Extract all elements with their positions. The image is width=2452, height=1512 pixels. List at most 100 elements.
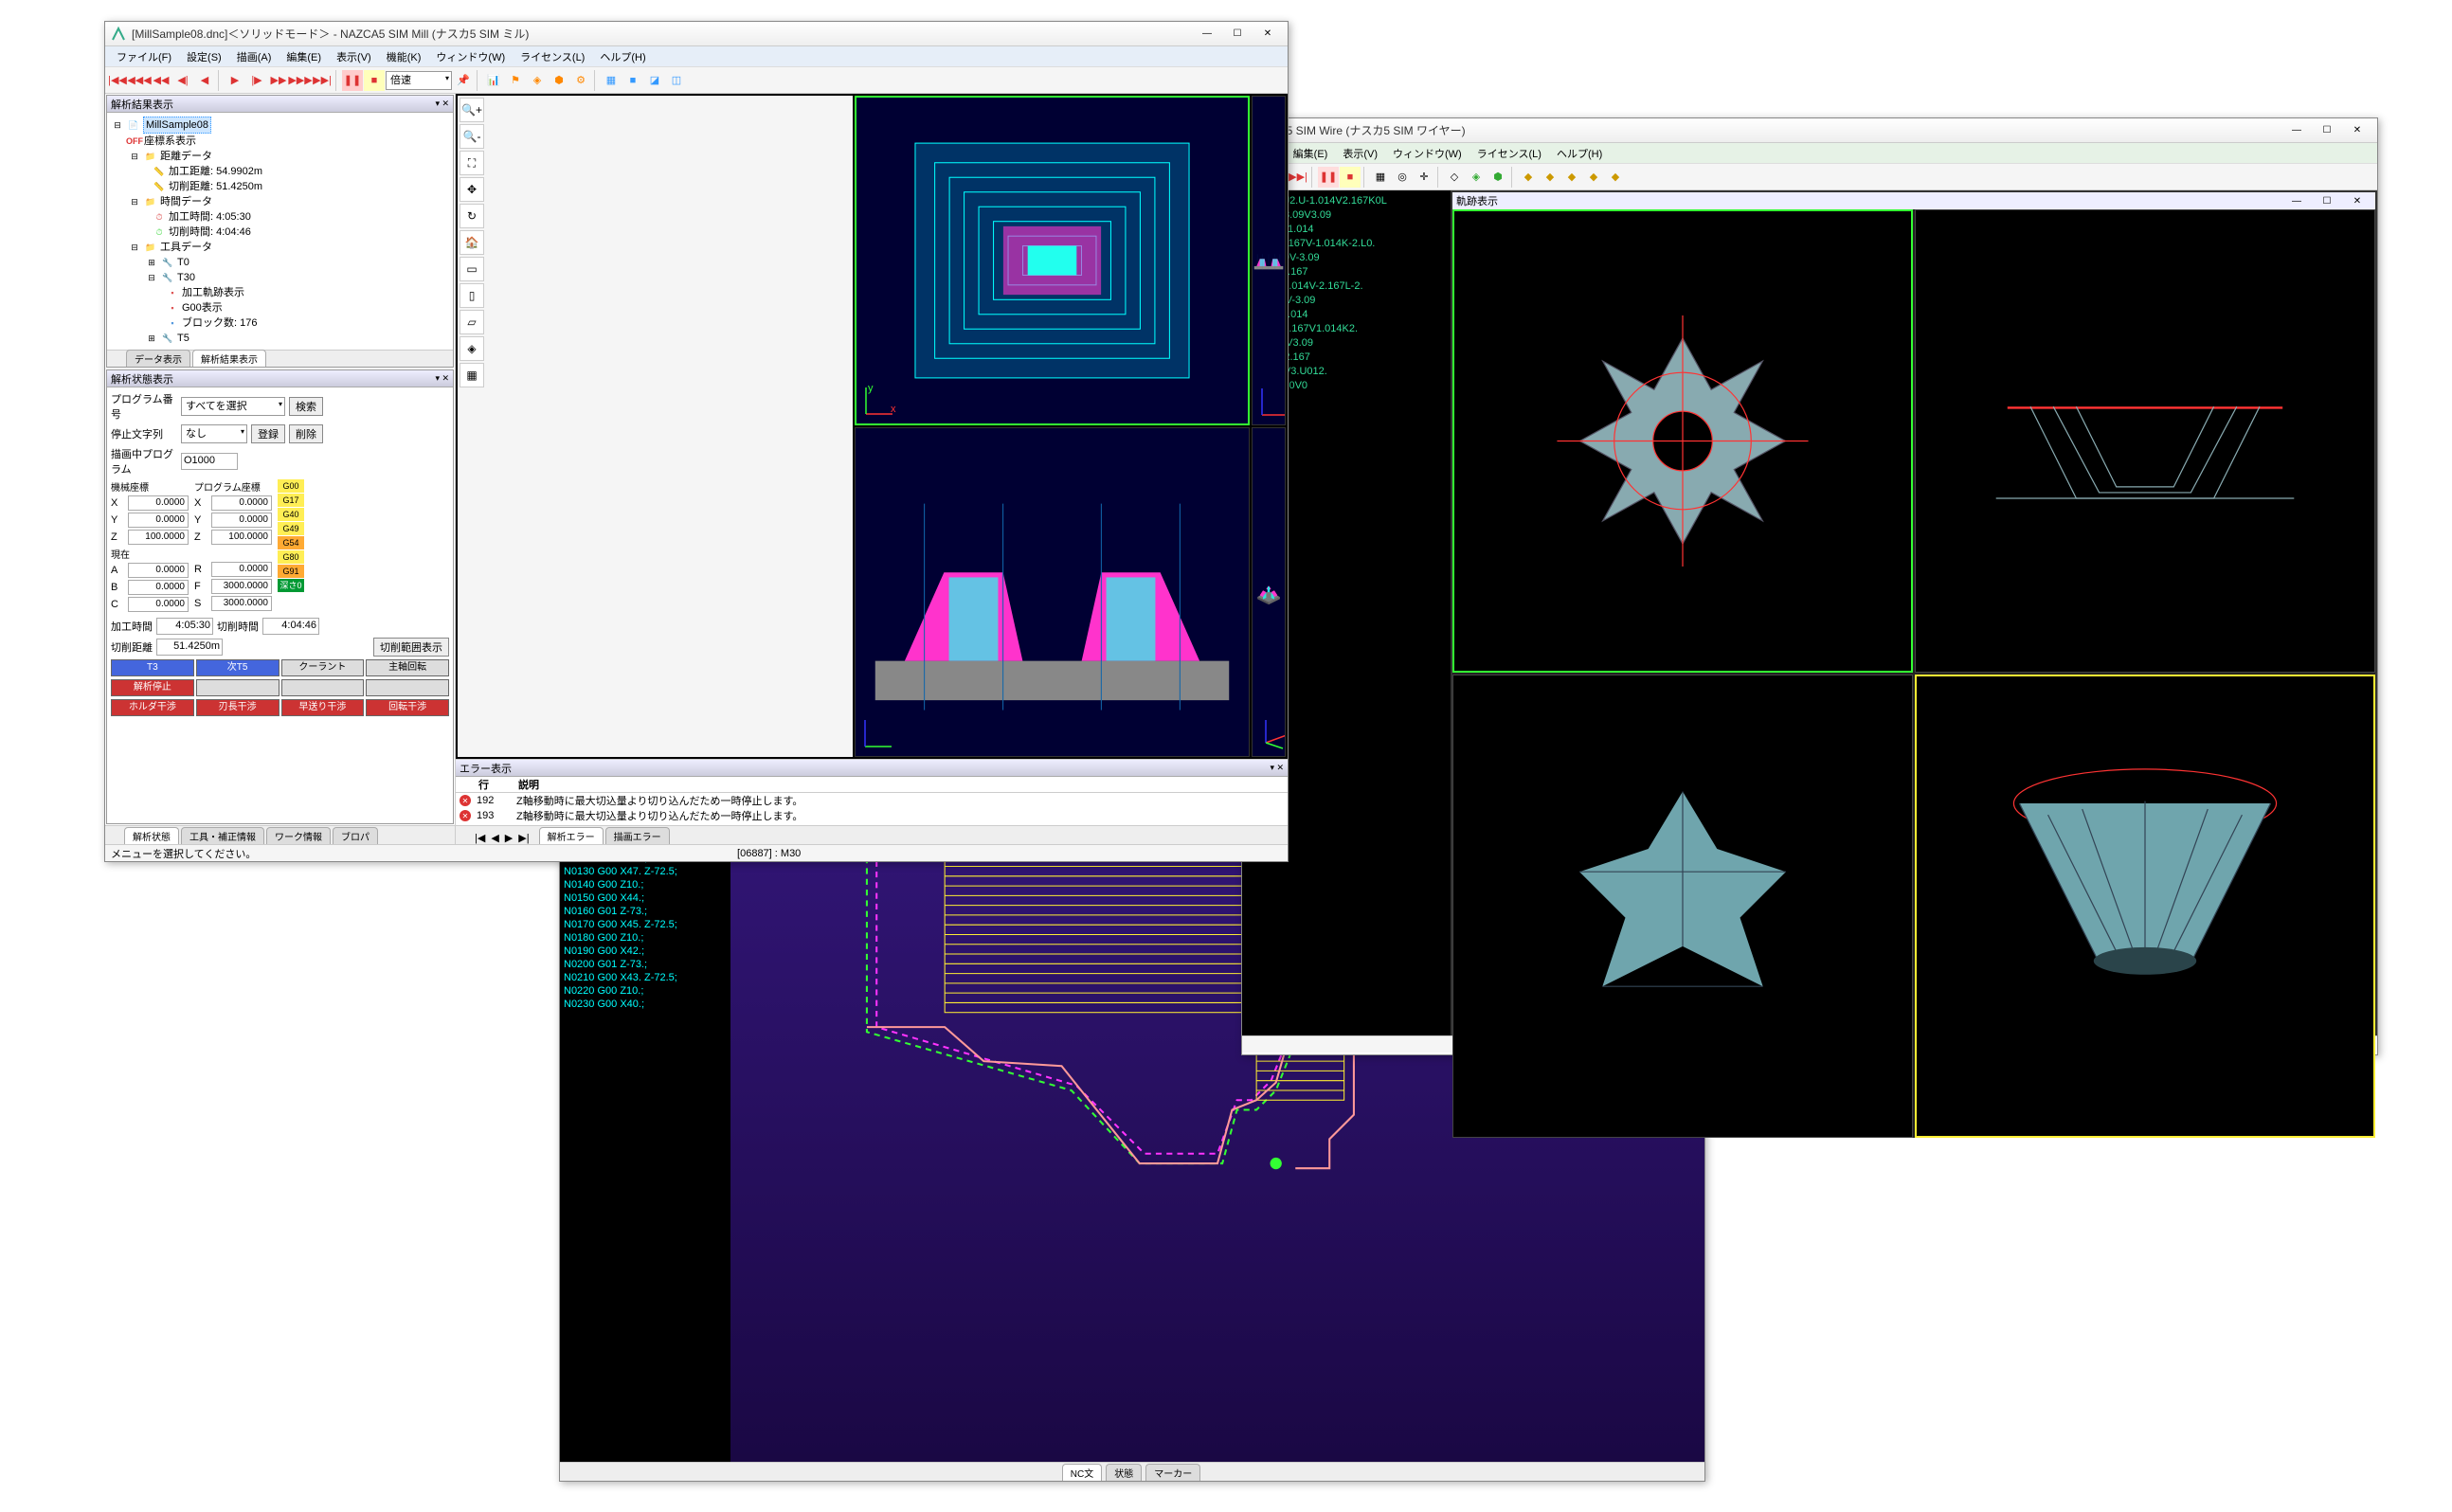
- first-page-icon[interactable]: |◀: [475, 832, 485, 844]
- skip-end-icon[interactable]: ▶▶|: [312, 70, 333, 91]
- tab-analysis-state[interactable]: 解析状態: [124, 827, 179, 844]
- maximize-button[interactable]: ☐: [1223, 25, 1252, 44]
- wire-viewport-2[interactable]: [1915, 209, 2375, 673]
- coolant-button[interactable]: クーラント: [281, 659, 365, 676]
- menu-window[interactable]: ウィンドウ(W): [1385, 144, 1469, 163]
- stop-combo[interactable]: なし: [181, 424, 247, 443]
- last-page-icon[interactable]: ▶|: [518, 832, 529, 844]
- pin-icon[interactable]: ▾ ✕: [435, 373, 449, 384]
- menu-settings[interactable]: 設定(S): [179, 47, 229, 66]
- fit-icon[interactable]: ⛶: [460, 151, 484, 175]
- cube-icon[interactable]: ◈: [1466, 167, 1487, 188]
- menu-edit[interactable]: 編集(E): [1286, 144, 1336, 163]
- menu-window[interactable]: ウィンドウ(W): [428, 47, 513, 66]
- wire-viewport-4[interactable]: [1915, 675, 2375, 1138]
- back-view-icon[interactable]: ◆: [1583, 167, 1604, 188]
- prog-combo[interactable]: すべてを選択: [181, 397, 285, 416]
- rotate-collision-button[interactable]: 回転干渉: [366, 699, 449, 716]
- pan-icon[interactable]: ✥: [460, 177, 484, 202]
- axis-icon[interactable]: ✛: [1414, 167, 1434, 188]
- target-icon[interactable]: ◎: [1392, 167, 1413, 188]
- tab-property[interactable]: ブロパ: [333, 827, 378, 844]
- speed-combo[interactable]: 倍速: [386, 71, 452, 90]
- tab-work-info[interactable]: ワーク情報: [266, 827, 331, 844]
- wireframe-icon[interactable]: ▦: [601, 70, 622, 91]
- spindle-button[interactable]: 主軸回転: [366, 659, 449, 676]
- next-t5-button[interactable]: 次T5: [196, 659, 279, 676]
- menu-func[interactable]: 機能(K): [379, 47, 429, 66]
- step-icon[interactable]: |▶: [246, 70, 267, 91]
- cube-view-icon[interactable]: ◇: [1444, 167, 1465, 188]
- blade-collision-button[interactable]: 刃長干渉: [196, 699, 279, 716]
- wire-viewport-1[interactable]: [1452, 209, 1913, 673]
- menu-file[interactable]: ファイル(F): [109, 47, 179, 66]
- pause-icon[interactable]: ❚❚: [1318, 167, 1339, 188]
- menu-edit[interactable]: 編集(E): [279, 47, 329, 66]
- tab-nc[interactable]: NC文: [1062, 1464, 1102, 1481]
- chart-icon[interactable]: 📊: [483, 70, 504, 91]
- mill-viewport-front[interactable]: [1252, 96, 1286, 425]
- play-icon[interactable]: ▶: [225, 70, 245, 91]
- sub-close-icon[interactable]: ✕: [2343, 191, 2371, 210]
- tab-marker[interactable]: マーカー: [1145, 1464, 1200, 1481]
- pin-icon[interactable]: 📌: [453, 70, 474, 91]
- xray-icon[interactable]: ◫: [666, 70, 687, 91]
- stop-icon[interactable]: ■: [364, 70, 385, 91]
- rewind-fast-icon[interactable]: ◀◀◀: [129, 70, 150, 91]
- menu-view[interactable]: 表示(V): [1335, 144, 1385, 163]
- close-button[interactable]: ✕: [1253, 25, 1282, 44]
- next-page-icon[interactable]: ▶: [505, 832, 513, 844]
- prev-icon[interactable]: ◀: [194, 70, 215, 91]
- rewind-icon[interactable]: ◀◀: [151, 70, 171, 91]
- sub-minimize-icon[interactable]: —: [2282, 191, 2311, 210]
- mill-titlebar[interactable]: [MillSample08.dnc]＜ソリッドモード＞ - NAZCA5 SIM…: [105, 22, 1288, 46]
- wire-titlebar[interactable]: NAZCA5 SIM Wire (ナスカ5 SIM ワイヤー) — ☐ ✕: [1242, 118, 2377, 143]
- menu-help[interactable]: ヘルプ(H): [592, 47, 653, 66]
- mill-viewport-top[interactable]: xy: [855, 96, 1250, 425]
- top-view-icon[interactable]: ▱: [460, 310, 484, 334]
- tab-analysis-error[interactable]: 解析エラー: [539, 827, 604, 844]
- prev-page-icon[interactable]: ◀: [491, 832, 498, 844]
- iso-icon[interactable]: ⬢: [1487, 167, 1508, 188]
- ortho-view-icon[interactable]: ◆: [1605, 167, 1626, 188]
- skip-end-icon[interactable]: ▶▶|: [1288, 167, 1308, 188]
- cut-range-button[interactable]: 切削範囲表示: [373, 638, 449, 657]
- error-list[interactable]: 行説明 ✕192Z軸移動時に最大切込量より切り込んだため一時停止します。 ✕19…: [456, 777, 1288, 825]
- pause-icon[interactable]: ❚❚: [342, 70, 363, 91]
- tab-state[interactable]: 状態: [1106, 1464, 1142, 1481]
- tool-icon[interactable]: ⬢: [549, 70, 569, 91]
- iso-view-icon[interactable]: ◈: [460, 336, 484, 361]
- side-view-icon[interactable]: ◆: [1561, 167, 1582, 188]
- rotate-icon[interactable]: ↻: [460, 204, 484, 228]
- mill-viewport-side[interactable]: [855, 427, 1250, 757]
- pin-icon[interactable]: ▾ ✕: [1270, 763, 1284, 773]
- grid-icon[interactable]: ▦: [1370, 167, 1391, 188]
- zoom-in-icon[interactable]: 🔍+: [460, 98, 484, 122]
- stop-icon[interactable]: ■: [1340, 167, 1361, 188]
- sub-maximize-icon[interactable]: ☐: [2313, 191, 2341, 210]
- maximize-button[interactable]: ☐: [2313, 121, 2341, 140]
- grid-toggle-icon[interactable]: ▦: [460, 363, 484, 387]
- side-view-icon[interactable]: ▯: [460, 283, 484, 308]
- top-view-icon[interactable]: ◆: [1540, 167, 1560, 188]
- wire-viewport-3[interactable]: [1452, 675, 1913, 1138]
- subtab-result[interactable]: 解析結果表示: [192, 350, 266, 367]
- cube-icon[interactable]: ◈: [527, 70, 548, 91]
- analysis-stop-button[interactable]: 解析停止: [111, 679, 194, 696]
- skip-start-icon[interactable]: |◀◀: [107, 70, 128, 91]
- menu-license[interactable]: ライセンス(L): [1469, 144, 1549, 163]
- error-row[interactable]: ✕193Z軸移動時に最大切込量より切り込んだため一時停止します。: [456, 808, 1288, 823]
- holder-collision-button[interactable]: ホルダ干渉: [111, 699, 194, 716]
- rapid-collision-button[interactable]: 早送り干渉: [281, 699, 365, 716]
- delete-button[interactable]: 削除: [289, 424, 323, 443]
- shade-icon[interactable]: ◪: [644, 70, 665, 91]
- forward-fast-icon[interactable]: ▶▶▶: [290, 70, 311, 91]
- pin-icon[interactable]: ▾ ✕: [435, 99, 449, 109]
- mill-viewport-iso[interactable]: [1252, 427, 1286, 757]
- subtab-data[interactable]: データ表示: [126, 350, 190, 367]
- front-view-icon[interactable]: ▭: [460, 257, 484, 281]
- tab-tool-info[interactable]: 工具・補正情報: [181, 827, 264, 844]
- front-view-icon[interactable]: ◆: [1518, 167, 1539, 188]
- minimize-button[interactable]: —: [1193, 25, 1221, 44]
- gear-icon[interactable]: ⚙: [570, 70, 591, 91]
